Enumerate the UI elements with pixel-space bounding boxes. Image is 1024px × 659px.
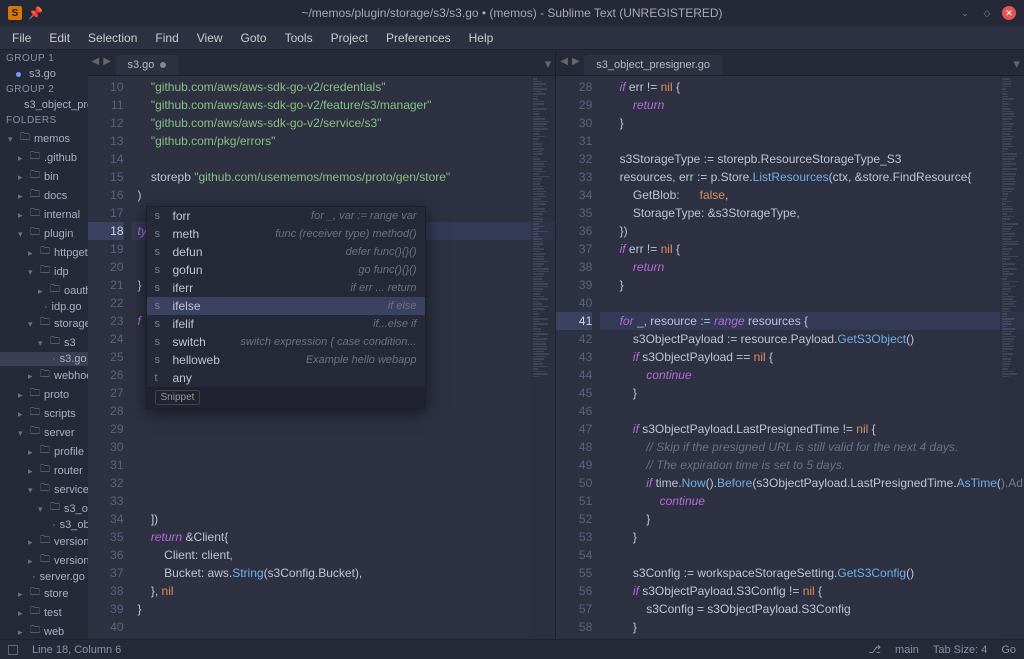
menu-goto[interactable]: Goto bbox=[233, 28, 275, 48]
sidebar-item[interactable]: 🗀bin bbox=[0, 167, 88, 186]
autocomplete-item[interactable]: sdefundefer func(){}() bbox=[147, 243, 425, 261]
sidebar-item[interactable]: 🗀internal bbox=[0, 205, 88, 224]
window-title: ~/memos/plugin/storage/s3/s3.go • (memos… bbox=[301, 6, 722, 20]
sidebar-item[interactable]: 🗀webhook bbox=[0, 366, 88, 385]
tab-label: s3.go bbox=[128, 59, 155, 71]
sidebar[interactable]: GROUP 1 s3.go GROUP 2 s3_object_presigne… bbox=[0, 50, 88, 639]
menu-selection[interactable]: Selection bbox=[80, 28, 145, 48]
sidebar-item[interactable]: 🗀profile bbox=[0, 442, 88, 461]
app-icon: S bbox=[8, 6, 22, 20]
sidebar-item[interactable]: 🗀server bbox=[0, 423, 88, 442]
tab-s3[interactable]: s3.go bbox=[116, 55, 179, 75]
sidebar-item[interactable]: 🗀httpgetter bbox=[0, 243, 88, 262]
tab-menu-icon[interactable]: ▾ bbox=[1013, 56, 1020, 72]
statusbar: Line 18, Column 6 ⎇ main Tab Size: 4 Go bbox=[0, 639, 1024, 659]
sidebar-item[interactable]: 🗀s3 bbox=[0, 333, 88, 352]
sidebar-item[interactable]: 🗀.github bbox=[0, 148, 88, 167]
tab-menu-icon[interactable]: ▾ bbox=[545, 56, 552, 72]
right-code[interactable]: if err != nil { return } s3StorageType :… bbox=[600, 76, 1024, 639]
group1-header: GROUP 1 bbox=[0, 50, 88, 67]
sidebar-item[interactable]: 🗀oauth2 bbox=[0, 281, 88, 300]
autocomplete-item[interactable]: sifelifif...else if bbox=[147, 315, 425, 333]
status-panel-icon[interactable] bbox=[8, 645, 18, 655]
maximize-icon[interactable]: ◇ bbox=[980, 6, 994, 20]
sidebar-item[interactable]: 🗀version_checker bbox=[0, 532, 88, 551]
status-position[interactable]: Line 18, Column 6 bbox=[32, 644, 121, 656]
nav-fwd-icon[interactable]: ▶ bbox=[572, 56, 580, 67]
nav-back-icon[interactable]: ◀ bbox=[92, 56, 100, 67]
right-gutter[interactable]: 2829303132333435363738394041424344454647… bbox=[556, 76, 600, 639]
tab-presigner[interactable]: s3_object_presigner.go bbox=[584, 55, 722, 75]
sidebar-item[interactable]: ·s3_object_presigner.go bbox=[0, 518, 88, 532]
sidebar-item[interactable]: 🗀s3_object_presigner bbox=[0, 499, 88, 518]
pin-icon[interactable]: 📌 bbox=[28, 6, 43, 20]
nav-fwd-icon[interactable]: ▶ bbox=[103, 56, 111, 67]
sidebar-item[interactable]: 🗀test bbox=[0, 603, 88, 622]
sidebar-item[interactable]: ·s3.go bbox=[0, 352, 88, 366]
menu-preferences[interactable]: Preferences bbox=[378, 28, 459, 48]
sidebar-item[interactable]: 🗀scripts bbox=[0, 404, 88, 423]
sidebar-item[interactable]: 🗀version bbox=[0, 551, 88, 570]
group2-header: GROUP 2 bbox=[0, 81, 88, 98]
right-editor[interactable]: 2829303132333435363738394041424344454647… bbox=[556, 76, 1024, 639]
autocomplete-item[interactable]: sswitchswitch expression { case conditio… bbox=[147, 333, 425, 351]
window-controls: ⌄ ◇ ✕ bbox=[958, 6, 1016, 20]
sidebar-item[interactable]: ·server.go bbox=[0, 570, 88, 584]
sidebar-item[interactable]: 🗀docs bbox=[0, 186, 88, 205]
menu-file[interactable]: File bbox=[4, 28, 39, 48]
status-branch[interactable]: main bbox=[895, 644, 919, 656]
titlebar: S 📌 ~/memos/plugin/storage/s3/s3.go • (m… bbox=[0, 0, 1024, 26]
sidebar-item[interactable]: 🗀storage bbox=[0, 314, 88, 333]
sidebar-item[interactable]: 🗀proto bbox=[0, 385, 88, 404]
menubar: FileEditSelectionFindViewGotoToolsProjec… bbox=[0, 26, 1024, 50]
left-tab-bar[interactable]: ◀▶ s3.go ▾ bbox=[88, 50, 556, 76]
autocomplete-popup[interactable]: sforrfor _, var := range varsmethfunc (r… bbox=[146, 206, 426, 409]
dirty-indicator-icon bbox=[160, 62, 166, 68]
menu-find[interactable]: Find bbox=[147, 28, 186, 48]
menu-help[interactable]: Help bbox=[461, 28, 502, 48]
close-icon[interactable]: ✕ bbox=[1002, 6, 1016, 20]
status-lang[interactable]: Go bbox=[1001, 644, 1016, 656]
tab-label: s3_object_presigner.go bbox=[596, 59, 710, 71]
sidebar-item[interactable]: 🗀idp bbox=[0, 262, 88, 281]
sidebar-item[interactable]: ·idp.go bbox=[0, 300, 88, 314]
autocomplete-item[interactable]: tany bbox=[147, 369, 425, 387]
left-minimap[interactable] bbox=[531, 76, 555, 639]
sidebar-item[interactable]: 🗀memos bbox=[0, 129, 88, 148]
menu-tools[interactable]: Tools bbox=[277, 28, 321, 48]
autocomplete-item[interactable]: shellowebExample hello webapp bbox=[147, 351, 425, 369]
sidebar-item[interactable]: 🗀router bbox=[0, 461, 88, 480]
right-minimap[interactable] bbox=[1000, 76, 1024, 639]
editor-area: ◀▶ s3.go ▾ 10111213141516171819202122232… bbox=[88, 50, 1024, 639]
autocomplete-item[interactable]: smethfunc (receiver type) method() bbox=[147, 225, 425, 243]
sidebar-item[interactable]: 🗀plugin bbox=[0, 224, 88, 243]
autocomplete-item[interactable]: sforrfor _, var := range var bbox=[147, 207, 425, 225]
autocomplete-item[interactable]: siferrif err ... return bbox=[147, 279, 425, 297]
left-editor[interactable]: 1011121314151617181920212223242526272829… bbox=[88, 76, 556, 639]
folders-header: FOLDERS bbox=[0, 112, 88, 129]
sidebar-item[interactable]: 🗀web bbox=[0, 622, 88, 639]
nav-back-icon[interactable]: ◀ bbox=[560, 56, 568, 67]
right-tab-bar[interactable]: ◀ ▶ s3_object_presigner.go ▾ bbox=[556, 50, 1024, 76]
autocomplete-item[interactable]: sifelseif else bbox=[147, 297, 425, 315]
sidebar-item[interactable]: 🗀service bbox=[0, 480, 88, 499]
menu-project[interactable]: Project bbox=[323, 28, 376, 48]
left-gutter[interactable]: 1011121314151617181920212223242526272829… bbox=[88, 76, 132, 639]
sidebar-item[interactable]: 🗀store bbox=[0, 584, 88, 603]
branch-icon: ⎇ bbox=[868, 643, 881, 656]
status-tabsize[interactable]: Tab Size: 4 bbox=[933, 644, 987, 656]
sidebar-item[interactable]: s3_object_presigner.go bbox=[0, 98, 88, 112]
minimize-icon[interactable]: ⌄ bbox=[958, 6, 972, 20]
sidebar-item[interactable]: s3.go bbox=[0, 67, 88, 81]
right-pane: ◀ ▶ s3_object_presigner.go ▾ 282930313233… bbox=[555, 50, 1024, 639]
left-pane: ◀▶ s3.go ▾ 10111213141516171819202122232… bbox=[88, 50, 556, 639]
menu-view[interactable]: View bbox=[189, 28, 231, 48]
menu-edit[interactable]: Edit bbox=[41, 28, 78, 48]
autocomplete-item[interactable]: sgofungo func(){}() bbox=[147, 261, 425, 279]
